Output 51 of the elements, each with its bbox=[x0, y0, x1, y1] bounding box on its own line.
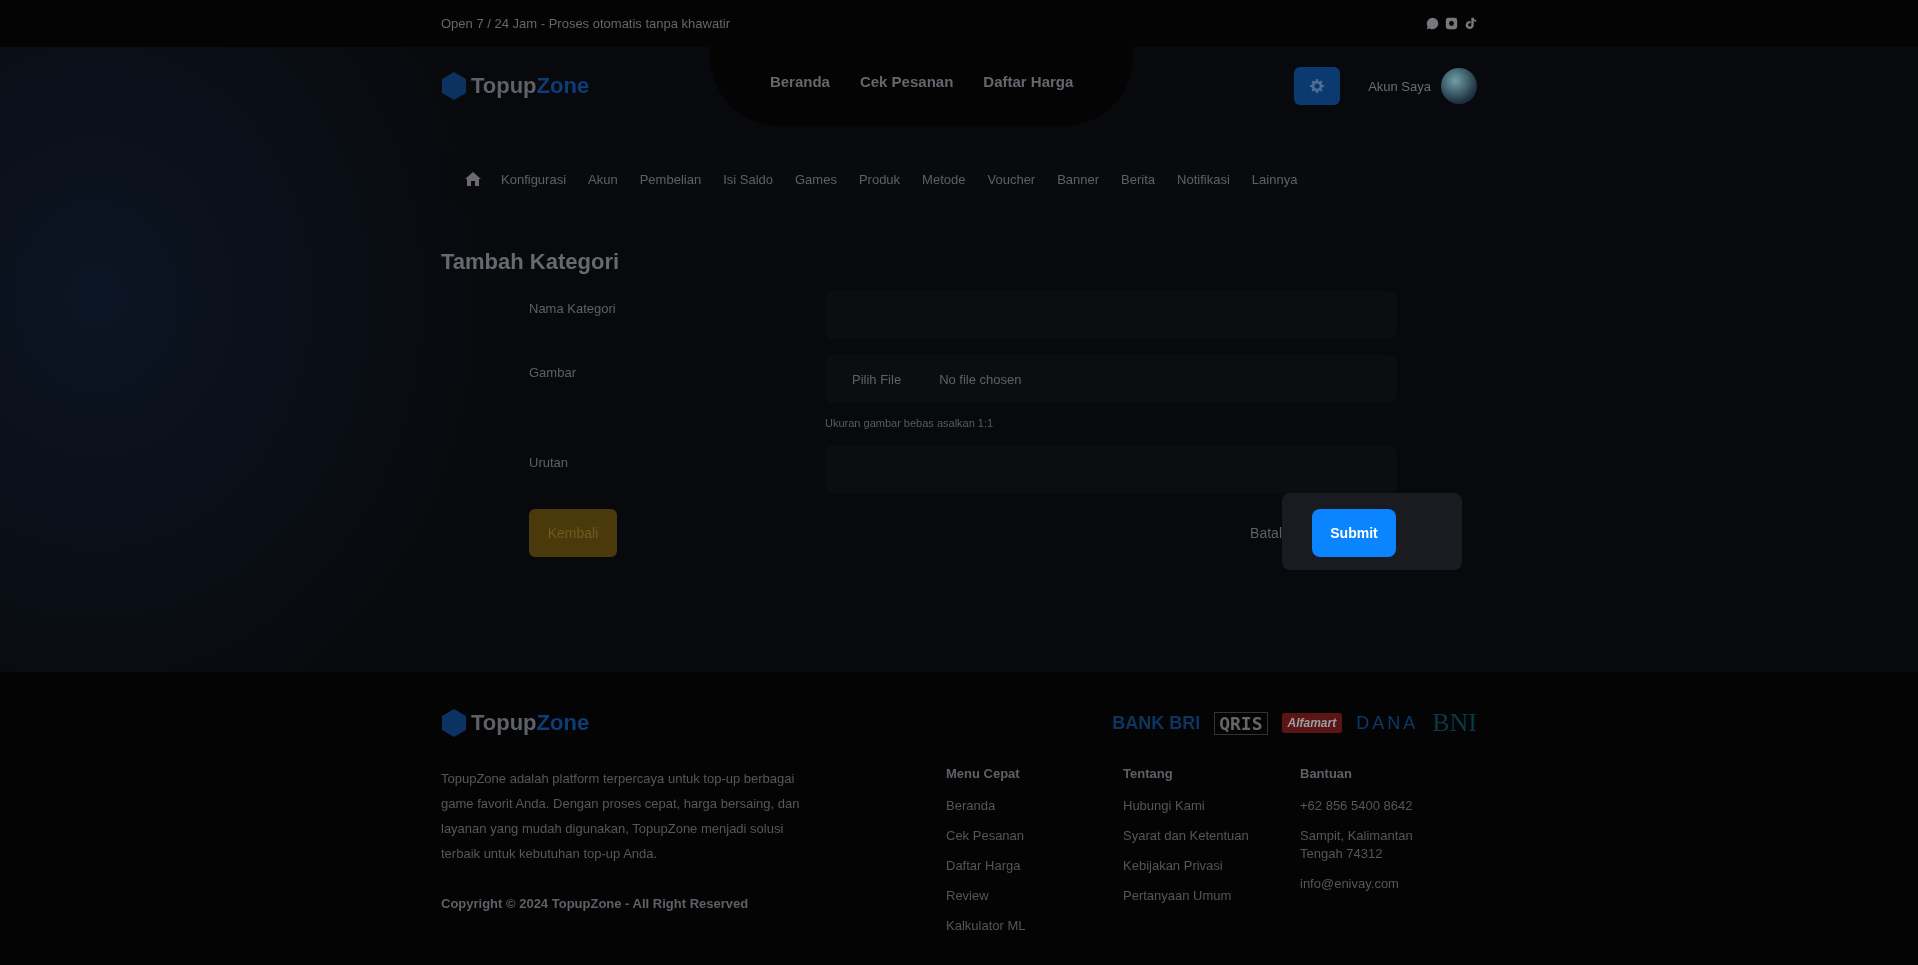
footer-description: TopupZone adalah platform terpercaya untuk top-up berbagai game favorit Anda. Dengan proses cepat, harga bersaing, dan layanan yang mudah digunakan, TopupZone menjadi solusi terbaik untuk kebutuhan top-up Anda. bbox=[441, 770, 801, 863]
menu-item[interactable]: Konfigurasi bbox=[501, 171, 567, 187]
field-label: Urutan bbox=[529, 454, 570, 472]
footer-link[interactable]: Sampit, Kalimantan Tengah 74312 bbox=[1300, 827, 1450, 863]
field-hint: Ukuran gambar bebas asalkan 1:1 bbox=[825, 417, 995, 429]
field-label: Gambar bbox=[529, 364, 577, 382]
menu-item[interactable]: Pembelian bbox=[639, 171, 702, 187]
nav-link[interactable]: Cek Pesanan bbox=[859, 73, 954, 90]
logo-text: TopupZone bbox=[471, 710, 590, 736]
footer-heading: Bantuan bbox=[1300, 766, 1353, 781]
footer-heading: Menu Cepat bbox=[946, 766, 1021, 781]
account-link[interactable]: Akun Saya bbox=[1368, 78, 1431, 94]
footer-link[interactable]: Hubungi Kami bbox=[1123, 797, 1273, 815]
menu-item[interactable]: Akun bbox=[588, 171, 618, 187]
page-title: Tambah Kategori bbox=[441, 249, 621, 275]
payment-logo: BANK BRI bbox=[1112, 712, 1201, 734]
file-input[interactable]: Pilih File No file chosen bbox=[825, 355, 1397, 403]
footer-link[interactable]: Kalkulator ML bbox=[946, 917, 1096, 935]
choose-file-button[interactable]: Pilih File bbox=[852, 371, 902, 387]
menu-item[interactable]: Produk bbox=[858, 171, 901, 187]
payment-logo: DANA bbox=[1356, 712, 1419, 734]
footer-link[interactable]: Pertanyaan Umum bbox=[1123, 887, 1273, 905]
footer-link[interactable]: Daftar Harga bbox=[946, 857, 1096, 875]
footer-heading: Tentang bbox=[1123, 766, 1174, 781]
menu-item[interactable]: Metode bbox=[922, 171, 966, 187]
cancel-button[interactable]: Batal bbox=[1250, 525, 1282, 541]
menu-item[interactable]: Berita bbox=[1121, 171, 1156, 187]
payment-logo: QRIS bbox=[1214, 711, 1268, 735]
top-bar-text: Open 7 / 24 Jam - Proses otomatis tanpa khawatir bbox=[441, 16, 731, 31]
payment-logo: BNI bbox=[1432, 708, 1477, 738]
menu-item[interactable]: Isi Saldo bbox=[723, 171, 773, 187]
nav-link[interactable]: Beranda bbox=[769, 73, 830, 90]
nav-link[interactable]: Daftar Harga bbox=[983, 73, 1074, 90]
menu-item[interactable]: Voucher bbox=[987, 171, 1036, 187]
footer-link[interactable]: info@enivay.com bbox=[1300, 875, 1450, 893]
footer-link[interactable]: Review bbox=[946, 887, 1096, 905]
payment-logo: Alfamart bbox=[1281, 713, 1343, 733]
field-label: Nama Kategori bbox=[529, 300, 617, 318]
logo-text: TopupZone bbox=[471, 73, 590, 99]
footer-link[interactable]: Kebijakan Privasi bbox=[1123, 857, 1273, 875]
menu-item[interactable]: Games bbox=[795, 171, 837, 187]
footer-link[interactable]: Beranda bbox=[946, 797, 1096, 815]
footer-link[interactable]: Syarat dan Ketentuan bbox=[1123, 827, 1273, 845]
menu-item[interactable]: Banner bbox=[1057, 171, 1100, 187]
submit-button[interactable]: Submit bbox=[1312, 509, 1396, 557]
menu-item[interactable]: Lainnya bbox=[1251, 171, 1298, 187]
footer-link[interactable]: +62 856 5400 8642 bbox=[1300, 797, 1450, 815]
menu-item[interactable]: Notifikasi bbox=[1177, 171, 1230, 187]
file-status: No file chosen bbox=[939, 371, 1022, 387]
footer-link[interactable]: Cek Pesanan bbox=[946, 827, 1096, 845]
copyright: Copyright © 2024 TopupZone - All Right Reserved bbox=[441, 896, 750, 911]
